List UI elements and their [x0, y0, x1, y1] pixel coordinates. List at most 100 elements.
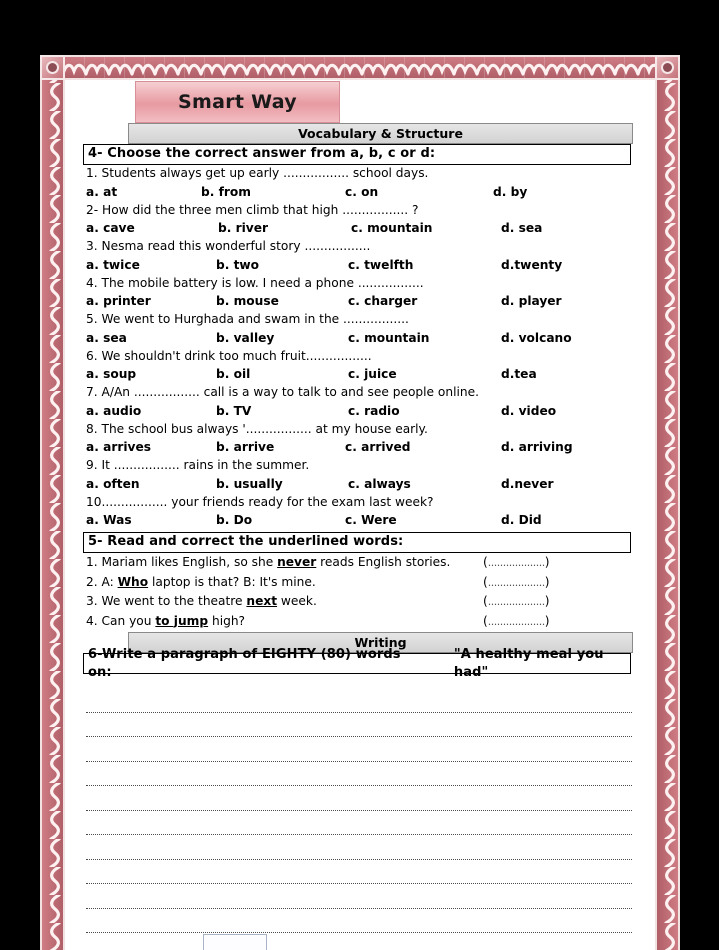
exercise-4-heading: 4- Choose the correct answer from a, b, … — [83, 144, 631, 165]
option-b[interactable]: b. arrive — [216, 438, 274, 456]
option-a[interactable]: a. printer — [86, 292, 151, 310]
correct-item-row: 4. Can you to jump high? (..............… — [83, 612, 638, 632]
underlined-word: never — [277, 555, 316, 569]
writing-line[interactable] — [86, 688, 632, 713]
exercise-6-heading: 6-Write a paragraph of EIGHTY (80) words… — [83, 653, 631, 674]
option-c[interactable]: c. mountain — [351, 219, 432, 237]
option-a[interactable]: a. soup — [86, 365, 136, 383]
question-stem: 5. We went to Hurghada and swam in the .… — [83, 311, 638, 329]
option-b[interactable]: b. two — [216, 256, 259, 274]
option-d[interactable]: d.tea — [501, 365, 537, 383]
option-c[interactable]: c. juice — [348, 365, 397, 383]
frame-right-border — [655, 55, 680, 950]
writing-line[interactable] — [86, 909, 632, 934]
wave-pattern-top — [40, 61, 680, 76]
option-b[interactable]: b. oil — [216, 365, 250, 383]
answer-parenthesis[interactable]: (...................) — [483, 592, 549, 611]
writing-line[interactable] — [86, 811, 632, 836]
writing-line[interactable] — [86, 884, 632, 909]
writing-line[interactable] — [86, 860, 632, 885]
wave-pattern-right — [660, 55, 679, 950]
option-d[interactable]: d. sea — [501, 219, 542, 237]
exercise-5-heading-text: 5- Read and correct the underlined words… — [88, 534, 403, 549]
option-a[interactable]: a. Was — [86, 511, 132, 529]
answer-parenthesis[interactable]: (...................) — [483, 612, 549, 631]
question-stem: 7. A/An ................. call is a way … — [83, 384, 638, 402]
option-c[interactable]: c. on — [345, 183, 378, 201]
wave-pattern-left — [45, 55, 64, 950]
option-d[interactable]: d. video — [501, 402, 556, 420]
corner-medallion-top-right — [655, 55, 680, 80]
option-a[interactable]: a. sea — [86, 329, 127, 347]
option-d[interactable]: d.twenty — [501, 256, 562, 274]
option-d[interactable]: d. player — [501, 292, 562, 310]
question-options: a. often b. usually c. always d.never — [83, 475, 638, 494]
exam-page: Smart Way Vocabulary & Structure 4- Choo… — [40, 55, 680, 950]
answer-parenthesis[interactable]: (...................) — [483, 553, 549, 572]
banner-title: Smart Way — [178, 91, 297, 113]
underlined-word: to jump — [155, 614, 208, 628]
writing-line[interactable] — [86, 835, 632, 860]
option-c[interactable]: c. charger — [348, 292, 417, 310]
item-pre: 3. We went to the theatre — [86, 594, 246, 608]
option-b[interactable]: b. river — [218, 219, 268, 237]
writing-line[interactable] — [86, 762, 632, 787]
question-options: a. Was b. Do c. Were d. Did — [83, 511, 638, 530]
option-b[interactable]: b. TV — [216, 402, 251, 420]
option-b[interactable]: b. valley — [216, 329, 274, 347]
option-a[interactable]: a. audio — [86, 402, 141, 420]
item-pre: 4. Can you — [86, 614, 155, 628]
question-options: a. twice b. two c. twelfth d.twenty — [83, 256, 638, 275]
option-b[interactable]: b. usually — [216, 475, 283, 493]
underlined-word: next — [246, 594, 277, 608]
option-c[interactable]: c. twelfth — [348, 256, 413, 274]
option-a[interactable]: a. twice — [86, 256, 140, 274]
paren-close: ) — [545, 575, 550, 589]
writing-lines — [83, 688, 638, 950]
writing-topic: "A healthy meal you had" — [454, 646, 630, 682]
question-options: a. audio b. TV c. radio d. video — [83, 402, 638, 421]
smart-way-banner: Smart Way — [135, 81, 340, 123]
writing-line[interactable] — [86, 737, 632, 762]
option-b[interactable]: b. from — [201, 183, 251, 201]
option-c[interactable]: c. Were — [345, 511, 397, 529]
writing-line[interactable] — [86, 786, 632, 811]
correct-item-text: 1. Mariam likes English, so she never re… — [86, 553, 450, 571]
correct-item-row: 3. We went to the theatre next week. (..… — [83, 592, 638, 612]
exam-content: Vocabulary & Structure 4- Choose the cor… — [83, 123, 638, 950]
exercise-6-heading-text: 6-Write a paragraph of EIGHTY (80) words… — [88, 646, 406, 682]
item-pre: 2. A: — [86, 575, 118, 589]
option-a[interactable]: a. cave — [86, 219, 135, 237]
option-d[interactable]: d. by — [493, 183, 527, 201]
item-post: week. — [277, 594, 317, 608]
option-a[interactable]: a. at — [86, 183, 117, 201]
option-c[interactable]: c. always — [348, 475, 411, 493]
bottom-small-box[interactable] — [203, 934, 267, 950]
answer-blank: ................... — [488, 595, 545, 608]
answer-parenthesis[interactable]: (...................) — [483, 573, 549, 592]
option-a[interactable]: a. arrives — [86, 438, 151, 456]
question-stem: 4. The mobile battery is low. I need a p… — [83, 275, 638, 293]
question-options: a. arrives b. arrive c. arrived d. arriv… — [83, 438, 638, 457]
question-stem: 2- How did the three men climb that high… — [83, 202, 638, 220]
option-b[interactable]: b. Do — [216, 511, 252, 529]
question-stem: 1. Students always get up early ........… — [83, 165, 638, 183]
writing-line[interactable] — [86, 933, 632, 950]
question-options: a. soup b. oil c. juice d.tea — [83, 365, 638, 384]
option-d[interactable]: d. Did — [501, 511, 542, 529]
option-c[interactable]: c. arrived — [345, 438, 410, 456]
option-c[interactable]: c. mountain — [348, 329, 429, 347]
option-d[interactable]: d. arriving — [501, 438, 573, 456]
paren-close: ) — [545, 555, 550, 569]
option-b[interactable]: b. mouse — [216, 292, 279, 310]
correct-item-text: 2. A: Who laptop is that? B: It's mine. — [86, 573, 316, 591]
option-d[interactable]: d. volcano — [501, 329, 572, 347]
writing-line[interactable] — [86, 713, 632, 738]
question-options: a. cave b. river c. mountain d. sea — [83, 219, 638, 238]
option-a[interactable]: a. often — [86, 475, 140, 493]
option-d[interactable]: d.never — [501, 475, 554, 493]
item-post: laptop is that? B: It's mine. — [148, 575, 316, 589]
correct-item-text: 3. We went to the theatre next week. — [86, 592, 317, 610]
option-c[interactable]: c. radio — [348, 402, 400, 420]
item-post: reads English stories. — [316, 555, 450, 569]
